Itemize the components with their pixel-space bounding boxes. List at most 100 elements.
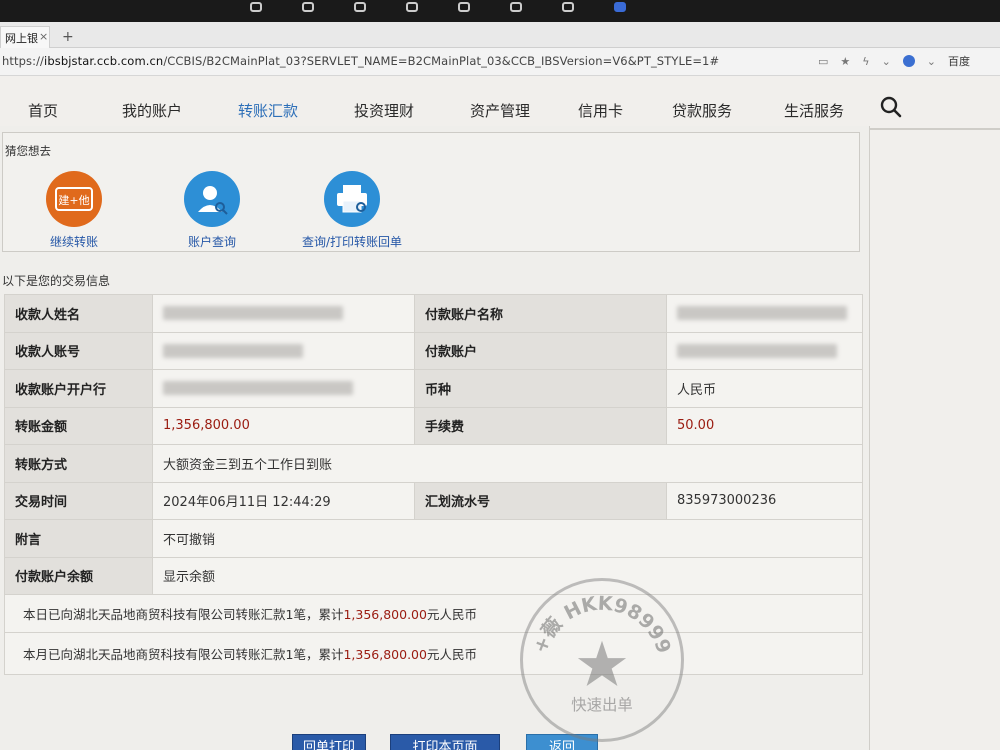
watermark-bottom-text: 快速出单 [571, 696, 633, 714]
pen-icon [250, 2, 262, 12]
star-icon: +薇 HKK98999 快速出单 [528, 592, 675, 714]
window-icon [510, 2, 522, 12]
print-page-button[interactable]: 打印本页面 [390, 734, 500, 750]
search-engine-icon[interactable] [902, 55, 915, 67]
url-path: /CCBIS/B2CMainPlat_03?SERVLET_NAME=B2CMa… [163, 54, 720, 68]
receipt-query-label: 查询/打印转账回单 [301, 235, 403, 249]
payer-account-value [666, 331, 863, 370]
serial-number-value: 835973000236 [666, 481, 863, 520]
monthly-summary-amount: 1,356,800.00 [343, 646, 427, 662]
redacted-text [677, 306, 847, 321]
daily-summary-amount: 1,356,800.00 [343, 606, 427, 622]
table-row: 收款人账号 付款账户 [4, 331, 863, 370]
daily-summary: 本日已向湖北天品地商贸科技有限公司转账汇款1笔，累计1,356,800.00元人… [4, 594, 863, 633]
serial-number-label: 汇划流水号 [414, 481, 667, 520]
redacted-text [163, 381, 353, 396]
suggestion-panel: 猜您想去 建+他 继续转账 账户查询 查询/打印转账回单 [2, 132, 860, 252]
chevron-down-icon[interactable]: ⌄ [882, 55, 891, 68]
taskbar-icons [250, 2, 626, 12]
show-balance-link[interactable]: 显示余额 [152, 556, 863, 595]
monitor-bezel [0, 0, 1000, 22]
search-icon[interactable] [880, 96, 902, 118]
transfer-badge-text: 建+他 [58, 193, 89, 207]
amount-label: 转账金额 [4, 406, 153, 445]
payee-account-value [152, 331, 415, 370]
receipt-query-link[interactable]: 查询/打印转账回单 [293, 171, 411, 250]
memo-label: 附言 [4, 519, 153, 558]
address-bar[interactable]: https://ibsbjstar.ccb.com.cn/CCBIS/B2CMa… [0, 48, 1000, 76]
monthly-summary: 本月已向湖北天品地商贸科技有限公司转账汇款1笔，累计1,356,800.00元人… [4, 631, 863, 675]
nav-my-account[interactable]: 我的账户 [122, 100, 182, 121]
currency-label: 币种 [414, 369, 667, 408]
balance-label: 付款账户余额 [4, 556, 153, 595]
account-query-link[interactable]: 账户查询 [179, 171, 245, 250]
fee-value: 50.00 [666, 406, 863, 445]
table-row: 转账金额 1,356,800.00 手续费 50.00 [4, 406, 863, 445]
account-query-label: 账户查询 [187, 235, 236, 249]
transaction-info-title: 以下是您的交易信息 [2, 274, 111, 288]
payee-bank-label: 收款账户开户行 [4, 369, 153, 408]
table-row: 付款账户余额 显示余额 [4, 556, 863, 595]
payee-bank-value [152, 369, 415, 408]
table-row: 附言 不可撤销 [4, 519, 863, 558]
url-host: ibsbjstar.ccb.com.cn [44, 54, 164, 68]
payer-name-label: 付款账户名称 [414, 294, 667, 333]
redacted-text [163, 343, 303, 358]
nav-asset-management[interactable]: 资产管理 [470, 100, 530, 121]
clock-icon [458, 2, 470, 12]
daily-summary-prefix: 本日已向湖北天品地商贸科技有限公司转账汇款1笔，累计 [23, 606, 344, 622]
url-text[interactable]: https://ibsbjstar.ccb.com.cn/CCBIS/B2CMa… [2, 54, 719, 68]
tab-close-button[interactable]: × [39, 30, 48, 43]
daily-summary-suffix: 元人民币 [426, 606, 477, 622]
watermark-stamp: +薇 HKK98999 快速出单 [520, 578, 684, 742]
engine-chevron-icon[interactable]: ⌄ [927, 55, 936, 68]
nav-investment[interactable]: 投资理财 [354, 100, 414, 121]
transaction-time-label: 交易时间 [4, 481, 153, 520]
bell-icon [406, 2, 418, 12]
transaction-info-table: 收款人姓名 付款账户名称 收款人账号 付款账户 收款账户开户行 币种 人民币 转… [4, 294, 863, 675]
amount-value: 1,356,800.00 [152, 406, 415, 445]
suggestion-title: 猜您想去 [5, 144, 51, 158]
currency-value: 人民币 [666, 369, 863, 408]
nav-life-service[interactable]: 生活服务 [784, 100, 844, 121]
monthly-summary-prefix: 本月已向湖北天品地商贸科技有限公司转账汇款1笔，累计 [23, 646, 344, 662]
app-blue-icon [614, 2, 626, 12]
nav-home[interactable]: 首页 [28, 100, 58, 121]
table-row: 转账方式 大额资金三到五个工作日到账 [4, 444, 863, 483]
extension-icon[interactable]: ϟ [862, 55, 869, 68]
url-prefix: https:// [2, 54, 45, 68]
new-tab-button[interactable]: + [62, 29, 74, 45]
tab-title: 网上银 [5, 32, 38, 45]
transfer-icon: 建+他 [46, 171, 102, 227]
main-content: 猜您想去 建+他 继续转账 账户查询 查询/打印转账回单 以下是您的交易信息 收… [0, 126, 870, 750]
payer-account-label: 付款账户 [414, 331, 667, 370]
monthly-summary-suffix: 元人民币 [426, 646, 477, 662]
address-bar-actions: ▭ ★ ϟ ⌄ ⌄ 百度 [818, 53, 970, 69]
transfer-method-value: 大额资金三到五个工作日到账 [152, 444, 863, 483]
table-row: 交易时间 2024年06月11日 12:44:29 汇划流水号 83597300… [4, 481, 863, 520]
reader-icon[interactable]: ▭ [818, 55, 828, 68]
fee-label: 手续费 [414, 406, 667, 445]
nav-credit-card[interactable]: 信用卡 [578, 100, 623, 121]
payer-name-value [666, 294, 863, 333]
table-row: 收款账户开户行 币种 人民币 [4, 369, 863, 408]
redacted-text [163, 306, 343, 321]
memo-value: 不可撤销 [152, 519, 863, 558]
redacted-text [677, 343, 837, 358]
receipt-print-button[interactable]: 回单打印 [292, 734, 366, 750]
table-row: 本日已向湖北天品地商贸科技有限公司转账汇款1笔，累计1,356,800.00元人… [4, 594, 863, 633]
continue-transfer-link[interactable]: 建+他 继续转账 [41, 171, 107, 250]
star-icon[interactable]: ★ [840, 55, 850, 68]
nav-loan[interactable]: 贷款服务 [672, 100, 732, 121]
table-row: 本月已向湖北天品地商贸科技有限公司转账汇款1笔，累计1,356,800.00元人… [4, 631, 863, 675]
payee-name-label: 收款人姓名 [4, 294, 153, 333]
transaction-time-value: 2024年06月11日 12:44:29 [152, 481, 415, 520]
table-row: 收款人姓名 付款账户名称 [4, 294, 863, 333]
bank-page: 首页 我的账户 转账汇款 投资理财 资产管理 信用卡 贷款服务 生活服务 猜您想… [0, 76, 1000, 750]
search-engine-label[interactable]: 百度 [948, 53, 970, 69]
printer-search-icon [324, 171, 380, 227]
nav-transfer[interactable]: 转账汇款 [238, 100, 298, 121]
app-icon [562, 2, 574, 12]
trash-icon [354, 2, 366, 12]
main-nav: 首页 我的账户 转账汇款 投资理财 资产管理 信用卡 贷款服务 生活服务 [0, 90, 1000, 130]
